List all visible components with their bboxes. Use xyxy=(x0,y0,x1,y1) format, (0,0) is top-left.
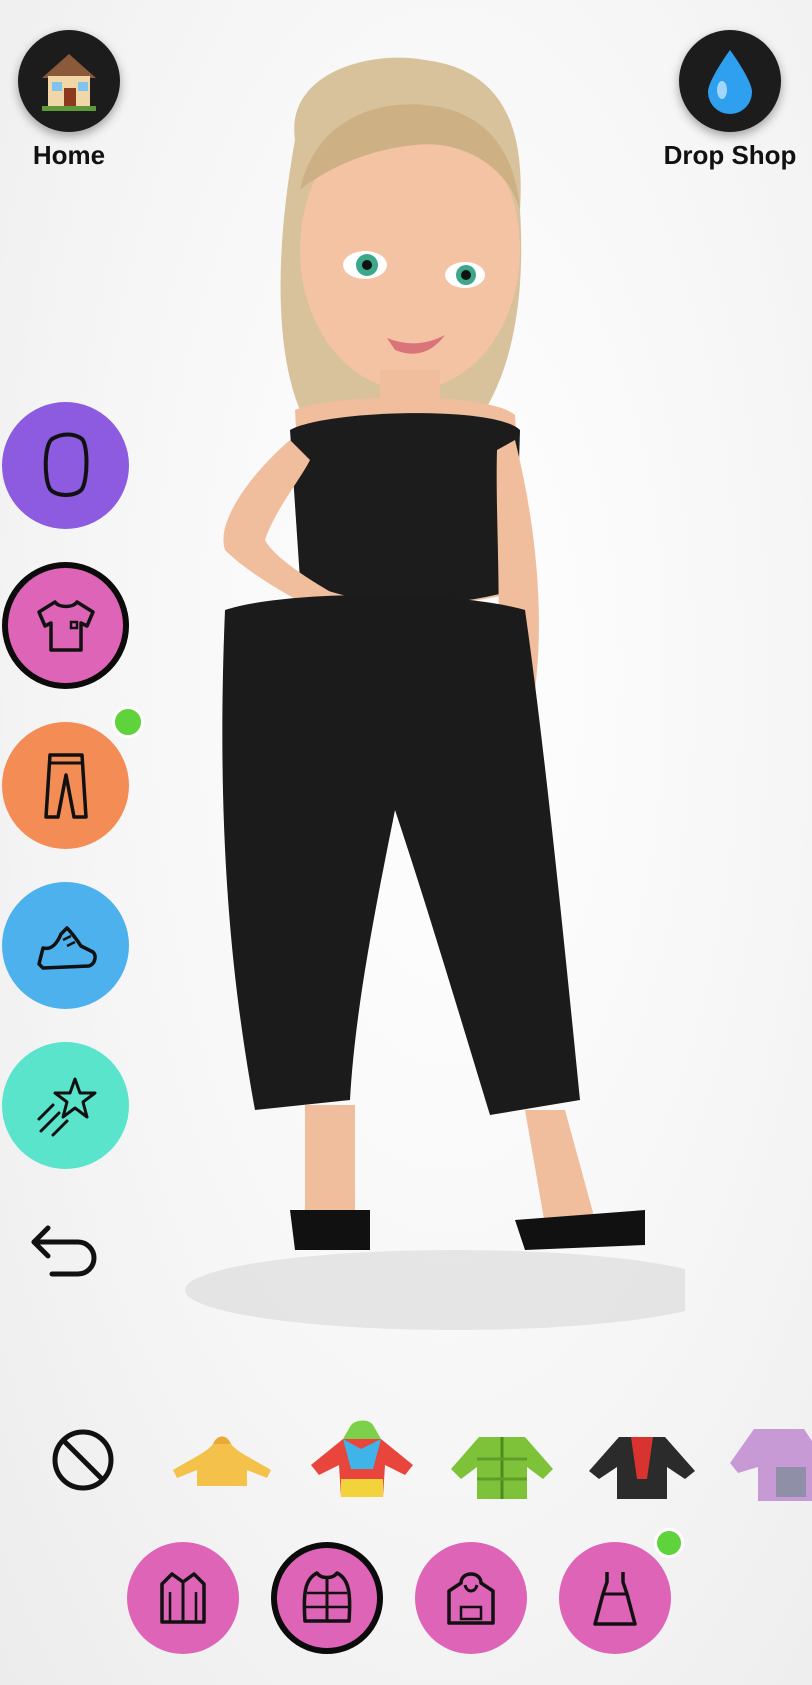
category-shoes-button[interactable] xyxy=(2,882,129,1009)
rainbow-hoodie-icon xyxy=(311,1420,413,1497)
black-red-jacket-icon xyxy=(589,1437,695,1499)
new-indicator-dress xyxy=(654,1528,684,1558)
tshirt-icon xyxy=(36,599,95,652)
subcategory-jacket-button[interactable] xyxy=(271,1542,383,1654)
subcategory-shirt-button[interactable] xyxy=(127,1542,239,1654)
face-outline-icon xyxy=(43,432,88,497)
home-label: Home xyxy=(32,140,106,170)
green-puffer-icon xyxy=(451,1437,553,1499)
pants-icon xyxy=(43,752,88,819)
house-icon xyxy=(42,54,96,111)
shooting-star-icon xyxy=(37,1077,96,1136)
undo-button[interactable] xyxy=(28,1218,104,1278)
item-pink-coat[interactable] xyxy=(724,1410,812,1510)
new-indicator-bottoms xyxy=(112,706,144,738)
item-green-puffer[interactable] xyxy=(443,1410,561,1510)
subcategory-dress-button[interactable] xyxy=(559,1542,671,1654)
category-face-button[interactable] xyxy=(2,402,129,529)
drop-shop-circle xyxy=(679,30,781,132)
item-black-red-jacket[interactable] xyxy=(583,1410,701,1510)
pink-coat-icon xyxy=(730,1429,812,1501)
droplet-icon xyxy=(708,50,752,114)
item-rainbow-hoodie[interactable] xyxy=(303,1410,421,1510)
dress-icon xyxy=(593,1572,637,1626)
none-icon xyxy=(52,1429,114,1491)
undo-arrow-icon xyxy=(31,1225,97,1277)
home-button[interactable]: Home xyxy=(16,30,122,171)
subcategory-hoodie-button[interactable] xyxy=(415,1542,527,1654)
sneaker-icon xyxy=(36,925,97,970)
item-yellow-hoodie[interactable] xyxy=(163,1410,281,1510)
category-poses-button[interactable] xyxy=(2,1042,129,1169)
avatar-figure xyxy=(185,57,685,1330)
category-bottoms-button[interactable] xyxy=(2,722,129,849)
yellow-hoodie-icon xyxy=(173,1436,271,1486)
category-tops-button[interactable] xyxy=(2,562,129,689)
item-none[interactable] xyxy=(24,1410,142,1510)
home-circle xyxy=(18,30,120,132)
item-carousel[interactable] xyxy=(0,1410,812,1510)
button-shirt-icon xyxy=(160,1572,206,1624)
puffer-jacket-icon xyxy=(302,1571,352,1623)
hoodie-icon xyxy=(447,1572,495,1625)
